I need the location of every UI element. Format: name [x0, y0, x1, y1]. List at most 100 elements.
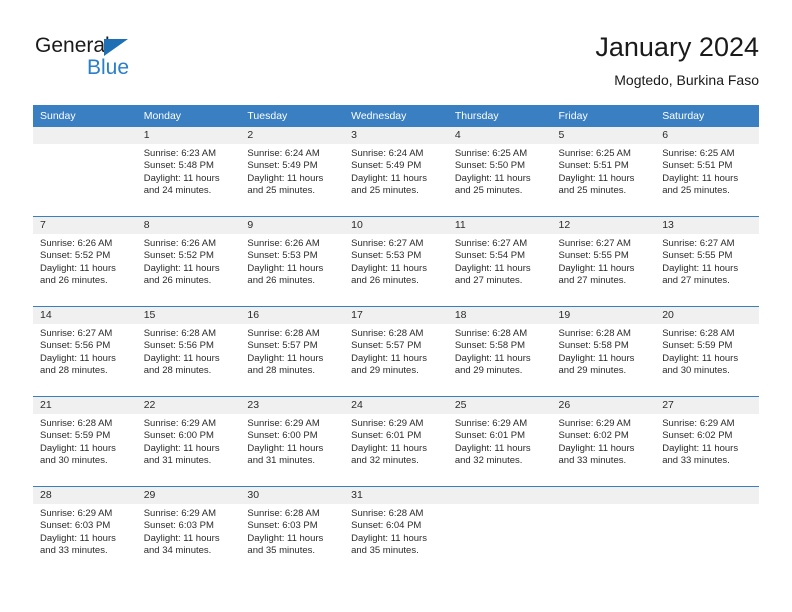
calendar-day-cell[interactable]: 16 Sunrise: 6:28 AM Sunset: 5:57 PM Dayligh… — [240, 306, 345, 397]
day-number: 30 — [240, 487, 345, 504]
day-sun-info: Sunrise: 6:27 AM Sunset: 5:53 PM Daylight:… — [344, 234, 448, 288]
day-info-line-daylight-1: Daylight: 11 hours — [662, 262, 739, 274]
day-cell-content: 20 Sunrise: 6:28 AM Sunset: 5:59 PM Dayligh… — [655, 307, 759, 396]
calendar-page: General Blue January 2024 Mogtedo, Burki… — [0, 0, 792, 612]
day-info-line-daylight-2: and 28 minutes. — [247, 365, 316, 377]
day-info-line-daylight-2: and 29 minutes. — [454, 365, 523, 377]
day-info-line-sunrise: Sunrise: 6:28 AM — [247, 508, 320, 519]
calendar-day-cell[interactable]: 25 Sunrise: 6:29 AM Sunset: 6:01 PM Dayligh… — [447, 396, 552, 487]
day-cell-content: 18 Sunrise: 6:28 AM Sunset: 5:58 PM Dayligh… — [447, 307, 552, 396]
weekday-header-saturday: Saturday — [655, 105, 759, 127]
day-info-line-sunrise: Sunrise: 6:28 AM — [454, 328, 528, 339]
calendar-day-cell[interactable]: 26 Sunrise: 6:29 AM Sunset: 6:02 PM Dayligh… — [551, 396, 656, 487]
calendar-week-row: 28 Sunrise: 6:29 AM Sunset: 6:03 PM Dayligh… — [33, 486, 759, 576]
calendar-day-cell[interactable]: 3 Sunrise: 6:24 AM Sunset: 5:49 PM Daylight… — [344, 127, 448, 217]
calendar-day-cell[interactable]: 19 Sunrise: 6:28 AM Sunset: 5:58 PM Dayligh… — [551, 306, 656, 397]
calendar-day-cell[interactable]: 24 Sunrise: 6:29 AM Sunset: 6:01 PM Dayligh… — [344, 396, 448, 487]
calendar-day-cell[interactable]: 8 Sunrise: 6:26 AM Sunset: 5:52 PM Daylight… — [136, 216, 241, 307]
calendar-day-cell[interactable]: 5 Sunrise: 6:25 AM Sunset: 5:51 PM Daylight… — [551, 127, 656, 217]
day-number: 28 — [33, 487, 137, 504]
day-info-line-sunset: Sunset: 5:49 PM — [351, 160, 422, 172]
day-info-line-daylight-1: Daylight: 11 hours — [143, 172, 220, 184]
day-cell-content: 7 Sunrise: 6:26 AM Sunset: 5:52 PM Daylight… — [33, 217, 137, 306]
calendar-day-cell[interactable]: 7 Sunrise: 6:26 AM Sunset: 5:52 PM Daylight… — [33, 216, 137, 307]
calendar-day-cell[interactable]: 17 Sunrise: 6:28 AM Sunset: 5:57 PM Dayligh… — [344, 306, 448, 397]
day-info-line-daylight-2: and 26 minutes. — [40, 275, 108, 287]
day-cell-content: 4 Sunrise: 6:25 AM Sunset: 5:50 PM Daylight… — [447, 127, 552, 216]
day-info-line-daylight-1: Daylight: 11 hours — [40, 352, 116, 364]
calendar-day-cell[interactable]: 11 Sunrise: 6:27 AM Sunset: 5:54 PM Dayligh… — [447, 216, 552, 307]
day-cell-content: 5 Sunrise: 6:25 AM Sunset: 5:51 PM Daylight… — [551, 127, 656, 216]
calendar-day-cell[interactable]: 2 Sunrise: 6:24 AM Sunset: 5:49 PM Daylight… — [240, 127, 345, 217]
day-sun-info: Sunrise: 6:28 AM Sunset: 5:56 PM Daylight:… — [137, 324, 241, 378]
day-info-line-sunrise: Sunrise: 6:24 AM — [351, 148, 424, 159]
day-info-line-sunrise: Sunrise: 6:29 AM — [662, 418, 735, 429]
day-sun-info: Sunrise: 6:29 AM Sunset: 6:01 PM Daylight:… — [344, 414, 448, 468]
day-info-line-sunset: Sunset: 5:53 PM — [351, 250, 422, 262]
day-number — [447, 487, 552, 504]
calendar-day-cell[interactable]: 29 Sunrise: 6:29 AM Sunset: 6:03 PM Dayligh… — [136, 486, 241, 576]
calendar-week-row: 7 Sunrise: 6:26 AM Sunset: 5:52 PM Daylight… — [33, 216, 759, 307]
day-cell-content: 13 Sunrise: 6:27 AM Sunset: 5:55 PM Dayligh… — [655, 217, 759, 306]
day-number: 17 — [344, 307, 448, 324]
day-info-line-sunset: Sunset: 6:03 PM — [40, 520, 111, 532]
day-info-line-sunrise: Sunrise: 6:25 AM — [558, 148, 631, 159]
day-info-line-daylight-1: Daylight: 11 hours — [247, 532, 324, 544]
calendar-day-cell[interactable]: 10 Sunrise: 6:27 AM Sunset: 5:53 PM Dayligh… — [344, 216, 448, 307]
day-number: 23 — [240, 397, 345, 414]
day-info-line-daylight-2: and 27 minutes. — [662, 275, 730, 287]
day-info-line-daylight-1: Daylight: 11 hours — [247, 262, 324, 274]
day-info-line-sunset: Sunset: 5:57 PM — [351, 340, 422, 352]
day-info-line-daylight-1: Daylight: 11 hours — [143, 532, 220, 544]
day-info-line-sunrise: Sunrise: 6:29 AM — [143, 418, 217, 429]
day-number — [551, 487, 656, 504]
day-sun-info — [448, 504, 552, 508]
calendar-day-cell[interactable]: 4 Sunrise: 6:25 AM Sunset: 5:50 PM Daylight… — [447, 127, 552, 217]
day-cell-content: 23 Sunrise: 6:29 AM Sunset: 6:00 PM Dayligh… — [240, 397, 345, 486]
day-sun-info: Sunrise: 6:28 AM Sunset: 5:57 PM Daylight:… — [240, 324, 344, 378]
calendar-day-cell[interactable]: 30 Sunrise: 6:28 AM Sunset: 6:03 PM Dayligh… — [240, 486, 345, 576]
day-number: 29 — [136, 487, 241, 504]
day-cell-content: 10 Sunrise: 6:27 AM Sunset: 5:53 PM Dayligh… — [344, 217, 448, 306]
calendar-day-cell[interactable]: 31 Sunrise: 6:28 AM Sunset: 6:04 PM Dayligh… — [344, 486, 448, 576]
weekday-header-thursday: Thursday — [447, 105, 552, 127]
calendar-day-cell[interactable]: 23 Sunrise: 6:29 AM Sunset: 6:00 PM Dayligh… — [240, 396, 345, 487]
calendar-day-cell[interactable]: 9 Sunrise: 6:26 AM Sunset: 5:53 PM Daylight… — [240, 216, 345, 307]
calendar-day-cell[interactable]: 28 Sunrise: 6:29 AM Sunset: 6:03 PM Dayligh… — [33, 486, 137, 576]
triangle-icon — [104, 39, 128, 56]
calendar-day-cell[interactable]: 27 Sunrise: 6:29 AM Sunset: 6:02 PM Dayligh… — [655, 396, 759, 487]
calendar-header-row: Sunday Monday Tuesday Wednesday Thursday… — [33, 105, 759, 127]
day-number: 9 — [240, 217, 345, 234]
calendar-day-cell[interactable]: 15 Sunrise: 6:28 AM Sunset: 5:56 PM Dayligh… — [136, 306, 241, 397]
day-sun-info: Sunrise: 6:29 AM Sunset: 6:00 PM Daylight:… — [137, 414, 241, 468]
day-sun-info: Sunrise: 6:28 AM Sunset: 5:58 PM Daylight:… — [552, 324, 656, 378]
day-sun-info: Sunrise: 6:29 AM Sunset: 6:02 PM Daylight:… — [552, 414, 656, 468]
day-info-line-sunrise: Sunrise: 6:29 AM — [558, 418, 631, 429]
day-info-line-daylight-1: Daylight: 11 hours — [558, 442, 635, 454]
day-info-line-sunrise: Sunrise: 6:28 AM — [351, 328, 424, 339]
day-sun-info: Sunrise: 6:29 AM Sunset: 6:00 PM Daylight:… — [240, 414, 344, 468]
calendar-day-cell[interactable]: 20 Sunrise: 6:28 AM Sunset: 5:59 PM Dayligh… — [655, 306, 759, 397]
day-cell-content: 22 Sunrise: 6:29 AM Sunset: 6:00 PM Dayligh… — [136, 397, 241, 486]
day-info-line-daylight-2: and 26 minutes. — [143, 275, 212, 287]
calendar-day-cell[interactable]: 1 Sunrise: 6:23 AM Sunset: 5:48 PM Daylight… — [136, 127, 241, 217]
day-info-line-sunrise: Sunrise: 6:26 AM — [247, 238, 320, 249]
day-sun-info: Sunrise: 6:24 AM Sunset: 5:49 PM Daylight:… — [344, 144, 448, 198]
calendar-day-cell[interactable]: 14 Sunrise: 6:27 AM Sunset: 5:56 PM Dayligh… — [33, 306, 137, 397]
day-sun-info: Sunrise: 6:28 AM Sunset: 6:04 PM Daylight:… — [344, 504, 448, 558]
day-info-line-sunset: Sunset: 5:49 PM — [247, 160, 318, 172]
calendar-day-cell[interactable]: 21 Sunrise: 6:28 AM Sunset: 5:59 PM Dayligh… — [33, 396, 137, 487]
general-blue-logo[interactable]: General Blue — [35, 34, 235, 90]
calendar-day-cell[interactable]: 18 Sunrise: 6:28 AM Sunset: 5:58 PM Dayligh… — [447, 306, 552, 397]
calendar-day-cell[interactable]: 12 Sunrise: 6:27 AM Sunset: 5:55 PM Dayligh… — [551, 216, 656, 307]
day-info-line-daylight-1: Daylight: 11 hours — [351, 532, 427, 544]
day-info-line-sunrise: Sunrise: 6:25 AM — [662, 148, 735, 159]
calendar-day-cell[interactable]: 6 Sunrise: 6:25 AM Sunset: 5:51 PM Daylight… — [655, 127, 759, 217]
day-info-line-daylight-1: Daylight: 11 hours — [454, 172, 531, 184]
day-info-line-daylight-2: and 31 minutes. — [143, 455, 212, 467]
calendar-day-cell[interactable]: 22 Sunrise: 6:29 AM Sunset: 6:00 PM Dayligh… — [136, 396, 241, 487]
day-info-line-sunset: Sunset: 6:00 PM — [143, 430, 214, 442]
calendar-day-cell[interactable]: 13 Sunrise: 6:27 AM Sunset: 5:55 PM Dayligh… — [655, 216, 759, 307]
day-info-line-sunrise: Sunrise: 6:29 AM — [247, 418, 320, 429]
day-number: 4 — [447, 127, 552, 144]
